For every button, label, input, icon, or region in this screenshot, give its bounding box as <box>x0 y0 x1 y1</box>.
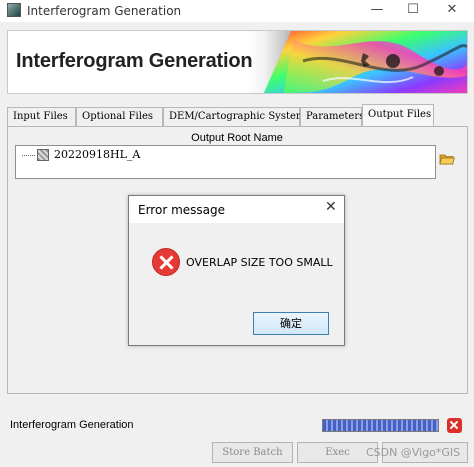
tab-dem-cartographic-system[interactable]: DEM/Cartographic System <box>163 107 305 126</box>
tree-item-output-root[interactable]: 20220918HL_A <box>54 148 140 161</box>
banner-title: Interferogram Generation <box>16 50 253 72</box>
window-title: Interferogram Generation <box>27 4 182 18</box>
dialog-close-icon[interactable]: ✕ <box>325 199 337 215</box>
status-label: Interferogram Generation <box>10 419 134 431</box>
output-root-label: Output Root Name <box>191 132 283 144</box>
tree-connector <box>22 155 35 156</box>
tab-parameters[interactable]: Parameters <box>300 107 364 126</box>
app-icon <box>7 3 21 17</box>
header-banner: Interferogram Generation <box>7 30 468 94</box>
progress-bar <box>322 419 439 432</box>
file-icon <box>37 149 49 161</box>
folder-open-icon[interactable] <box>439 151 455 167</box>
progress-fill <box>323 420 438 431</box>
maximize-icon[interactable]: ☐ <box>397 0 429 22</box>
store-batch-button[interactable]: Store Batch <box>212 442 293 463</box>
stop-icon[interactable] <box>447 418 462 433</box>
minimize-icon[interactable]: — <box>361 0 393 22</box>
error-message: OVERLAP SIZE TOO SMALL <box>186 256 333 269</box>
interferogram-fringe-graphic <box>263 31 467 93</box>
tab-optional-files[interactable]: Optional Files <box>76 107 163 126</box>
ok-button[interactable]: 确定 <box>253 312 329 335</box>
error-icon <box>152 248 180 276</box>
title-bar: Interferogram Generation — ☐ ✕ <box>0 0 474 22</box>
close-icon[interactable]: ✕ <box>436 0 468 22</box>
output-tree[interactable]: 20220918HL_A <box>15 145 436 179</box>
dialog-title: Error message <box>138 203 225 217</box>
error-dialog: Error message ✕ OVERLAP SIZE TOO SMALL 确… <box>128 195 345 346</box>
dialog-header: Error message ✕ <box>129 196 344 223</box>
tab-input-files[interactable]: Input Files <box>7 107 76 126</box>
tab-output-files[interactable]: Output Files <box>362 104 434 126</box>
watermark: CSDN @Vigo*GIS <box>366 446 461 459</box>
